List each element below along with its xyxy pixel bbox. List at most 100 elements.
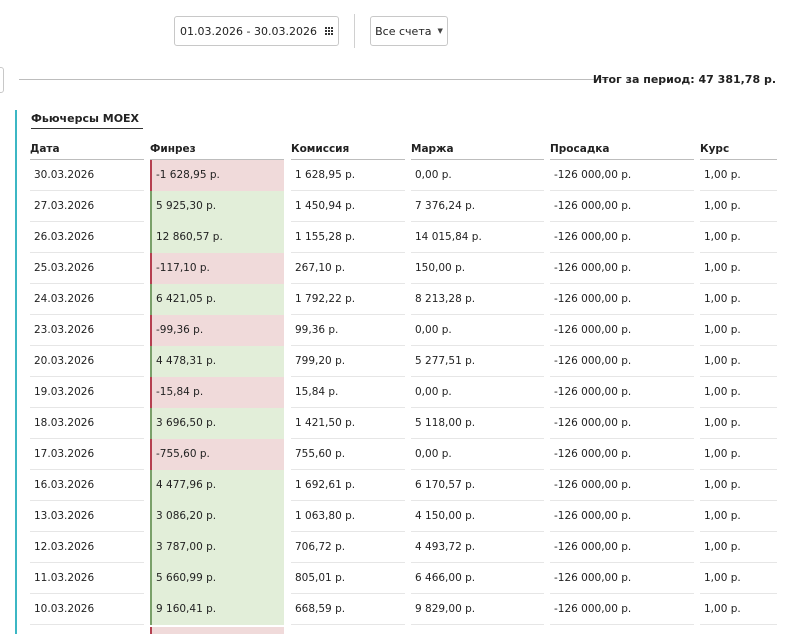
cell-drawdown: -126 000,00 р. [554,510,632,522]
cell-margin: 5 277,51 р. [415,355,476,367]
cell-margin: 0,00 р. [415,324,452,336]
cell-margin: 0,00 р. [415,386,452,398]
table-row[interactable]: 20.03.2026 4 478,31 р. 799,20 р. 5 277,51 р… [0,346,793,377]
cell-margin: 9 829,00 р. [415,603,476,615]
cell-rate: 1,00 р. [704,293,741,305]
row-divider [700,624,777,625]
cell-commission: 805,01 р. [295,572,346,584]
summary-divider [19,79,608,80]
row-divider [291,624,405,625]
cell-finrez: 4 478,31 р. [150,346,284,377]
column-header-drawdown[interactable]: Просадка [550,142,694,160]
date-range-picker[interactable]: 01.03.2026 - 30.03.2026 [174,16,339,46]
cell-drawdown: -126 000,00 р. [554,293,632,305]
period-total: Итог за период: 47 381,78 р. [592,73,776,86]
table-row[interactable]: 11.03.2026 5 660,99 р. 805,01 р. 6 466,00 р… [0,563,793,594]
cell-rate: 1,00 р. [704,231,741,243]
cell-date: 19.03.2026 [34,386,95,398]
table-row[interactable]: 12.03.2026 3 787,00 р. 706,72 р. 4 493,72 р… [0,532,793,563]
cell-rate: 1,00 р. [704,262,741,274]
cell-commission: 668,59 р. [295,603,346,615]
cell-drawdown: -126 000,00 р. [554,572,632,584]
table-row[interactable]: 24.03.2026 6 421,05 р. 1 792,22 р. 8 213,28… [0,284,793,315]
cell-commission: 1 421,50 р. [295,417,356,429]
table-row[interactable]: 30.03.2026 -1 628,95 р. 1 628,95 р. 0,00 р.… [0,160,793,191]
cell-commission: 1 155,28 р. [295,231,356,243]
table-row[interactable]: 16.03.2026 4 477,96 р. 1 692,61 р. 6 170,57… [0,470,793,501]
cell-drawdown: -126 000,00 р. [554,231,632,243]
cell-finrez: 4 477,96 р. [150,470,284,501]
cell-margin: 0,00 р. [415,448,452,460]
cell-drawdown: -126 000,00 р. [554,448,632,460]
cell-date: 18.03.2026 [34,417,95,429]
cell-commission: 1 628,95 р. [295,169,356,181]
column-header-date[interactable]: Дата [30,142,144,160]
cell-margin: 150,00 р. [415,262,466,274]
table-row[interactable]: 27.03.2026 5 925,30 р. 1 450,94 р. 7 376,24… [0,191,793,222]
accounts-dropdown-value: Все счета [375,24,432,38]
cell-margin: 5 118,00 р. [415,417,476,429]
table-row-partial [150,627,284,634]
cell-margin: 6 170,57 р. [415,479,476,491]
cell-finrez: -755,60 р. [150,439,284,470]
cell-date: 12.03.2026 [34,541,95,553]
table-row[interactable]: 23.03.2026 -99,36 р. 99,36 р. 0,00 р. -126 0… [0,315,793,346]
cell-drawdown: -126 000,00 р. [554,603,632,615]
column-header-rate[interactable]: Курс [700,142,777,160]
cell-finrez: 6 421,05 р. [150,284,284,315]
cell-date: 24.03.2026 [34,293,95,305]
cell-drawdown: -126 000,00 р. [554,262,632,274]
cell-rate: 1,00 р. [704,603,741,615]
column-header-margin[interactable]: Маржа [411,142,544,160]
cell-finrez: 12 860,57 р. [150,222,284,253]
table-row[interactable]: 25.03.2026 -117,10 р. 267,10 р. 150,00 р. -1… [0,253,793,284]
cell-margin: 14 015,84 р. [415,231,482,243]
accounts-dropdown[interactable]: Все счета ▼ [370,16,448,46]
cell-rate: 1,00 р. [704,417,741,429]
cell-date: 10.03.2026 [34,603,95,615]
cell-commission: 1 450,94 р. [295,200,356,212]
table-row[interactable]: 17.03.2026 -755,60 р. 755,60 р. 0,00 р. -126… [0,439,793,470]
cell-finrez: 3 086,20 р. [150,501,284,532]
cell-margin: 4 150,00 р. [415,510,476,522]
table-row[interactable]: 18.03.2026 3 696,50 р. 1 421,50 р. 5 118,00… [0,408,793,439]
cell-margin: 4 493,72 р. [415,541,476,553]
date-range-value: 01.03.2026 - 30.03.2026 [180,24,317,38]
column-header-finrez[interactable]: Финрез [150,142,284,160]
cell-commission: 99,36 р. [295,324,339,336]
cell-finrez: 9 160,41 р. [150,594,284,625]
cell-date: 17.03.2026 [34,448,95,460]
section-tab-moex-futures[interactable]: Фьючерсы MOEX [31,112,143,129]
table-row[interactable]: 13.03.2026 3 086,20 р. 1 063,80 р. 4 150,00… [0,501,793,532]
cell-margin: 8 213,28 р. [415,293,476,305]
cell-rate: 1,00 р. [704,479,741,491]
cell-commission: 799,20 р. [295,355,346,367]
cell-commission: 267,10 р. [295,262,346,274]
cell-finrez: 3 696,50 р. [150,408,284,439]
row-divider [30,624,144,625]
table-row[interactable]: 19.03.2026 -15,84 р. 15,84 р. 0,00 р. -126 0… [0,377,793,408]
cell-drawdown: -126 000,00 р. [554,169,632,181]
cell-finrez: -15,84 р. [150,377,284,408]
cell-rate: 1,00 р. [704,324,741,336]
cell-margin: 6 466,00 р. [415,572,476,584]
caret-down-icon: ▼ [437,27,443,35]
cell-commission: 1 063,80 р. [295,510,356,522]
cell-finrez: -99,36 р. [150,315,284,346]
cell-date: 26.03.2026 [34,231,95,243]
cell-finrez: -117,10 р. [150,253,284,284]
cell-date: 25.03.2026 [34,262,95,274]
column-header-commission[interactable]: Комиссия [291,142,405,160]
cell-date: 27.03.2026 [34,200,95,212]
cell-margin: 0,00 р. [415,169,452,181]
cell-drawdown: -126 000,00 р. [554,541,632,553]
table-row[interactable]: 10.03.2026 9 160,41 р. 668,59 р. 9 829,00 р… [0,594,793,625]
row-divider [550,624,694,625]
cell-date: 20.03.2026 [34,355,95,367]
cell-rate: 1,00 р. [704,200,741,212]
cell-rate: 1,00 р. [704,541,741,553]
table-row[interactable]: 26.03.2026 12 860,57 р. 1 155,28 р. 14 015,… [0,222,793,253]
cell-margin: 7 376,24 р. [415,200,476,212]
side-panel-toggle[interactable] [0,67,4,93]
cell-rate: 1,00 р. [704,386,741,398]
